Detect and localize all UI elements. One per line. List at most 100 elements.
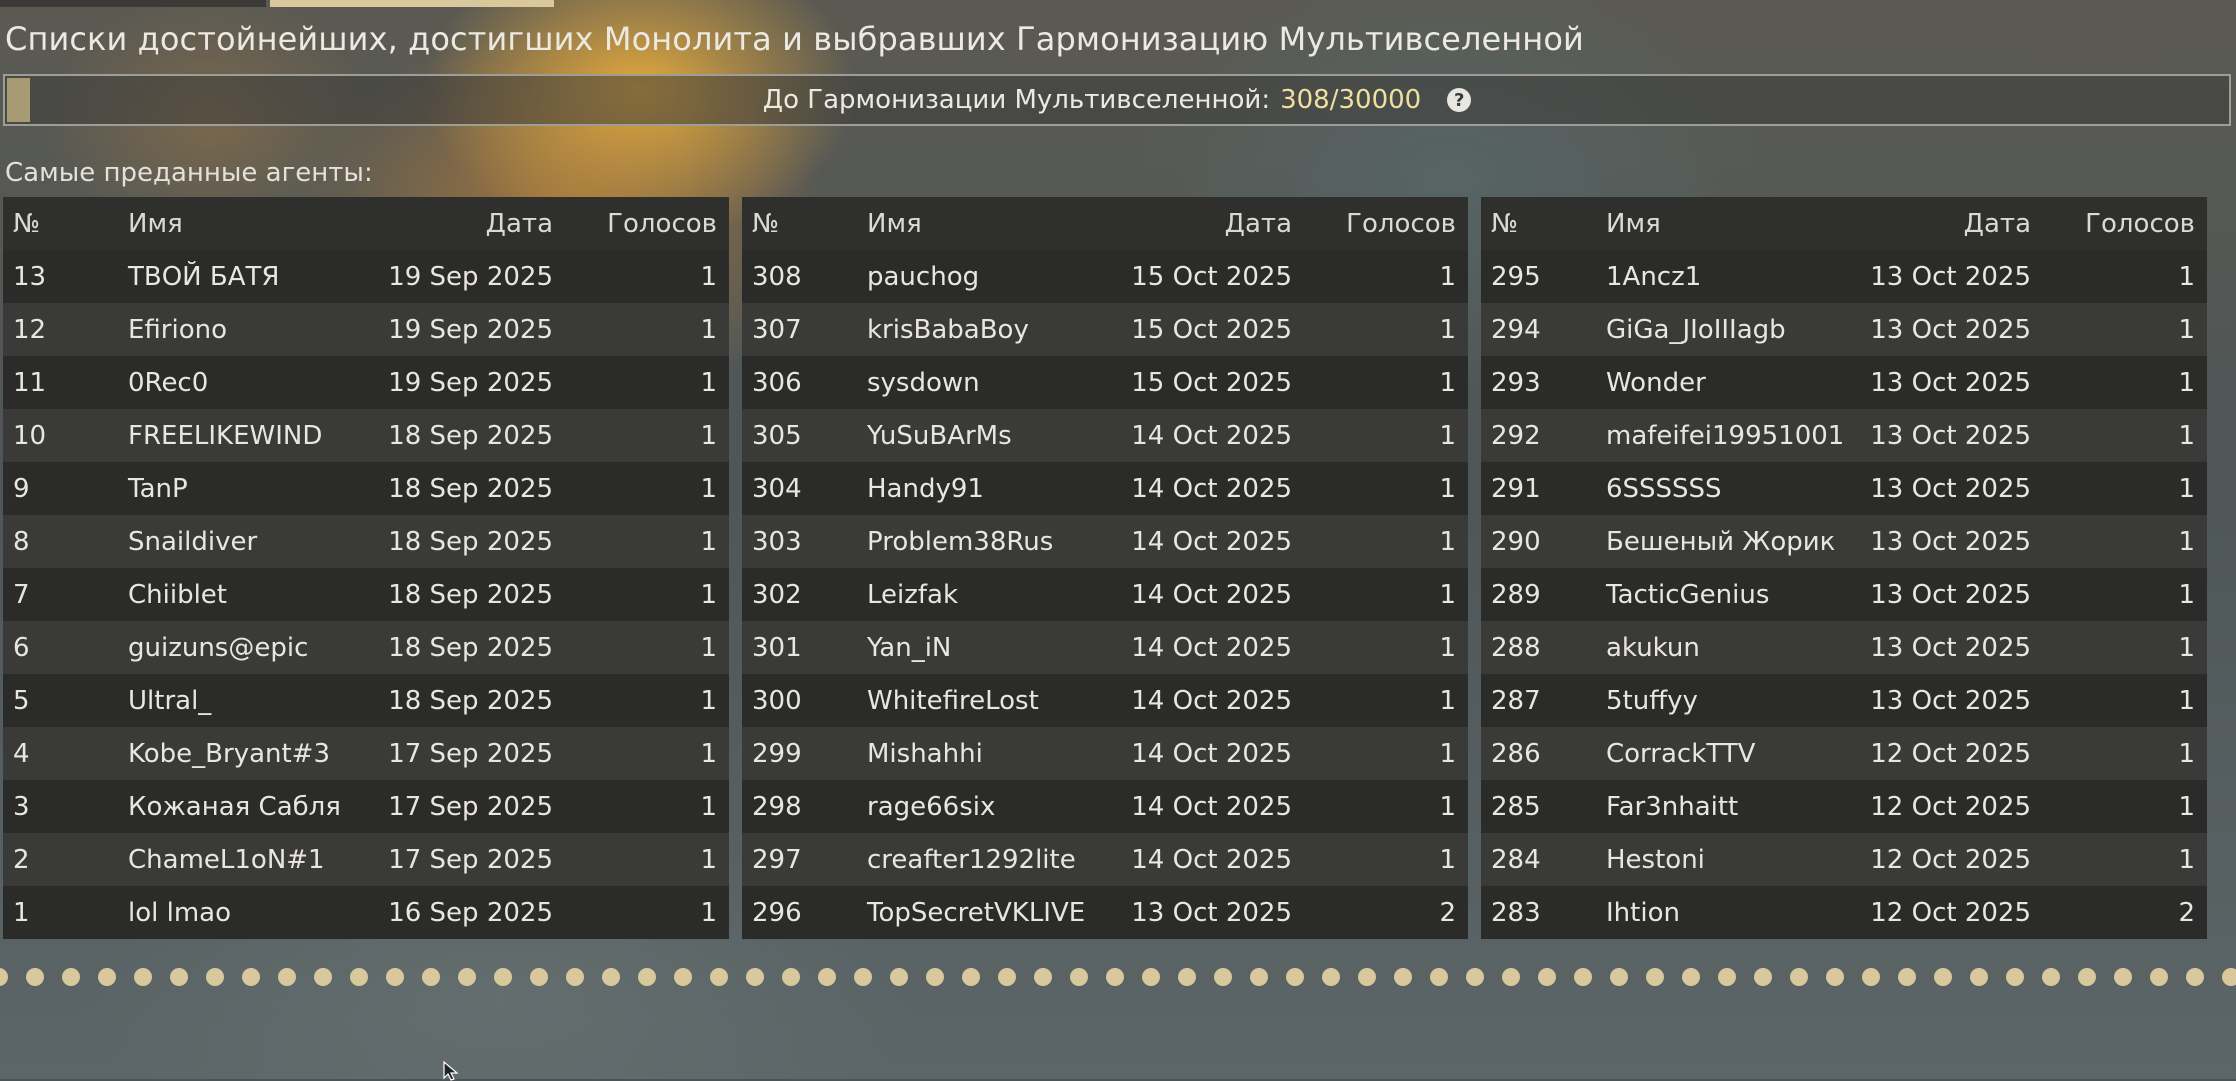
- row-votes: 1: [1439, 526, 1456, 557]
- table-row: 13 ТВОЙ БАТЯ 19 Sep 2025 1: [3, 250, 729, 303]
- row-name: krisBabaBoy: [867, 314, 1029, 345]
- row-date: 13 Oct 2025: [1870, 473, 2031, 504]
- row-name: 5tuffyy: [1606, 685, 1698, 716]
- divider-dot: [1898, 968, 1916, 986]
- table-header-row: № Имя Дата Голосов: [742, 197, 1468, 250]
- column-header-name[interactable]: Имя: [128, 209, 338, 239]
- tab-inactive[interactable]: [0, 0, 266, 7]
- row-name: Chiiblet: [128, 579, 227, 610]
- row-votes: 1: [1439, 791, 1456, 822]
- row-date: 18 Sep 2025: [388, 473, 553, 504]
- row-name: TanP: [128, 473, 188, 504]
- row-votes: 1: [1439, 261, 1456, 292]
- row-date: 17 Sep 2025: [388, 791, 553, 822]
- row-date: 15 Oct 2025: [1131, 314, 1292, 345]
- column-header-num[interactable]: №: [3, 209, 128, 239]
- row-name: sysdown: [867, 367, 980, 398]
- column-header-votes[interactable]: Голосов: [2031, 209, 2207, 239]
- table-row: 296 TopSecretVKLIVE 13 Oct 2025 2: [742, 886, 1468, 939]
- table-row: 4 Kobe_Bryant#3 17 Sep 2025 1: [3, 727, 729, 780]
- divider-dot: [1070, 968, 1088, 986]
- divider-dot: [602, 968, 620, 986]
- row-date: 12 Oct 2025: [1870, 897, 2031, 928]
- divider-dot: [854, 968, 872, 986]
- column-header-votes[interactable]: Голосов: [1292, 209, 1468, 239]
- column-header-num[interactable]: №: [742, 209, 867, 239]
- row-num: 290: [1491, 526, 1541, 557]
- divider-dot: [1286, 968, 1304, 986]
- row-num: 4: [13, 738, 30, 769]
- divider-dot: [458, 968, 476, 986]
- column-header-date[interactable]: Дата: [1816, 209, 2031, 239]
- row-date: 14 Oct 2025: [1131, 738, 1292, 769]
- table-row: 3 Кожаная Сабля 17 Sep 2025 1: [3, 780, 729, 833]
- row-num: 9: [13, 473, 30, 504]
- divider-dot: [1862, 968, 1880, 986]
- divider-dot: [1322, 968, 1340, 986]
- divider-dot: [782, 968, 800, 986]
- column-header-name[interactable]: Имя: [1606, 209, 1816, 239]
- row-date: 17 Sep 2025: [388, 738, 553, 769]
- row-votes: 1: [2178, 261, 2195, 292]
- row-num: 13: [13, 261, 47, 292]
- row-votes: 1: [2178, 579, 2195, 610]
- column-header-date[interactable]: Дата: [1077, 209, 1292, 239]
- row-date: 13 Oct 2025: [1870, 526, 2031, 557]
- row-num: 299: [752, 738, 802, 769]
- row-num: 307: [752, 314, 802, 345]
- column-header-date[interactable]: Дата: [338, 209, 553, 239]
- divider-dot: [1214, 968, 1232, 986]
- row-num: 8: [13, 526, 30, 557]
- row-date: 13 Oct 2025: [1870, 261, 2031, 292]
- tab-active[interactable]: [270, 0, 554, 7]
- divider-dot: [350, 968, 368, 986]
- divider-dot: [818, 968, 836, 986]
- row-name: Problem38Rus: [867, 526, 1054, 557]
- divider-dot: [134, 968, 152, 986]
- agents-table: № Имя Дата Голосов 308 pauchog 15 Oct 2025 1 307…: [742, 197, 1468, 939]
- row-name: YuSuBArMs: [867, 420, 1012, 451]
- row-date: 12 Oct 2025: [1870, 791, 2031, 822]
- divider-dot: [1034, 968, 1052, 986]
- column-header-name[interactable]: Имя: [867, 209, 1077, 239]
- row-name: Бешеный Жорик: [1606, 526, 1836, 557]
- divider-dot: [890, 968, 908, 986]
- row-name: Snaildiver: [128, 526, 258, 557]
- row-name: Hestoni: [1606, 844, 1705, 875]
- row-name: creafter1292lite: [867, 844, 1076, 875]
- row-date: 18 Sep 2025: [388, 526, 553, 557]
- row-date: 14 Oct 2025: [1131, 685, 1292, 716]
- divider-dot: [1682, 968, 1700, 986]
- row-date: 14 Oct 2025: [1131, 791, 1292, 822]
- progress-label: До Гармонизации Мультивселенной:: [762, 85, 1271, 115]
- row-date: 12 Oct 2025: [1870, 738, 2031, 769]
- row-votes: 1: [700, 897, 717, 928]
- row-date: 14 Oct 2025: [1131, 579, 1292, 610]
- row-name: TopSecretVKLIVE: [867, 897, 1086, 928]
- divider-dot: [0, 968, 8, 986]
- row-votes: 1: [1439, 420, 1456, 451]
- column-header-num[interactable]: №: [1481, 209, 1606, 239]
- divider-dot: [1718, 968, 1736, 986]
- row-date: 16 Sep 2025: [388, 897, 553, 928]
- question-circle-icon[interactable]: ?: [1447, 88, 1472, 112]
- column-header-votes[interactable]: Голосов: [553, 209, 729, 239]
- table-row: 297 creafter1292lite 14 Oct 2025 1: [742, 833, 1468, 886]
- row-date: 13 Oct 2025: [1870, 314, 2031, 345]
- divider-dot: [1754, 968, 1772, 986]
- row-date: 19 Sep 2025: [388, 367, 553, 398]
- divider-dot: [1934, 968, 1952, 986]
- table-row: 1 lol lmao 16 Sep 2025 1: [3, 886, 729, 939]
- divider-dot: [1970, 968, 1988, 986]
- table-row: 304 Handy91 14 Oct 2025 1: [742, 462, 1468, 515]
- agents-table: № Имя Дата Голосов 13 ТВОЙ БАТЯ 19 Sep 2025 1 12…: [3, 197, 729, 939]
- row-votes: 1: [700, 579, 717, 610]
- table-row: 288 akukun 13 Oct 2025 1: [1481, 621, 2207, 674]
- row-votes: 1: [2178, 791, 2195, 822]
- row-votes: 1: [2178, 473, 2195, 504]
- row-date: 18 Sep 2025: [388, 420, 553, 451]
- divider-dot: [1826, 968, 1844, 986]
- row-num: 285: [1491, 791, 1541, 822]
- divider-dot: [1466, 968, 1484, 986]
- row-num: 296: [752, 897, 802, 928]
